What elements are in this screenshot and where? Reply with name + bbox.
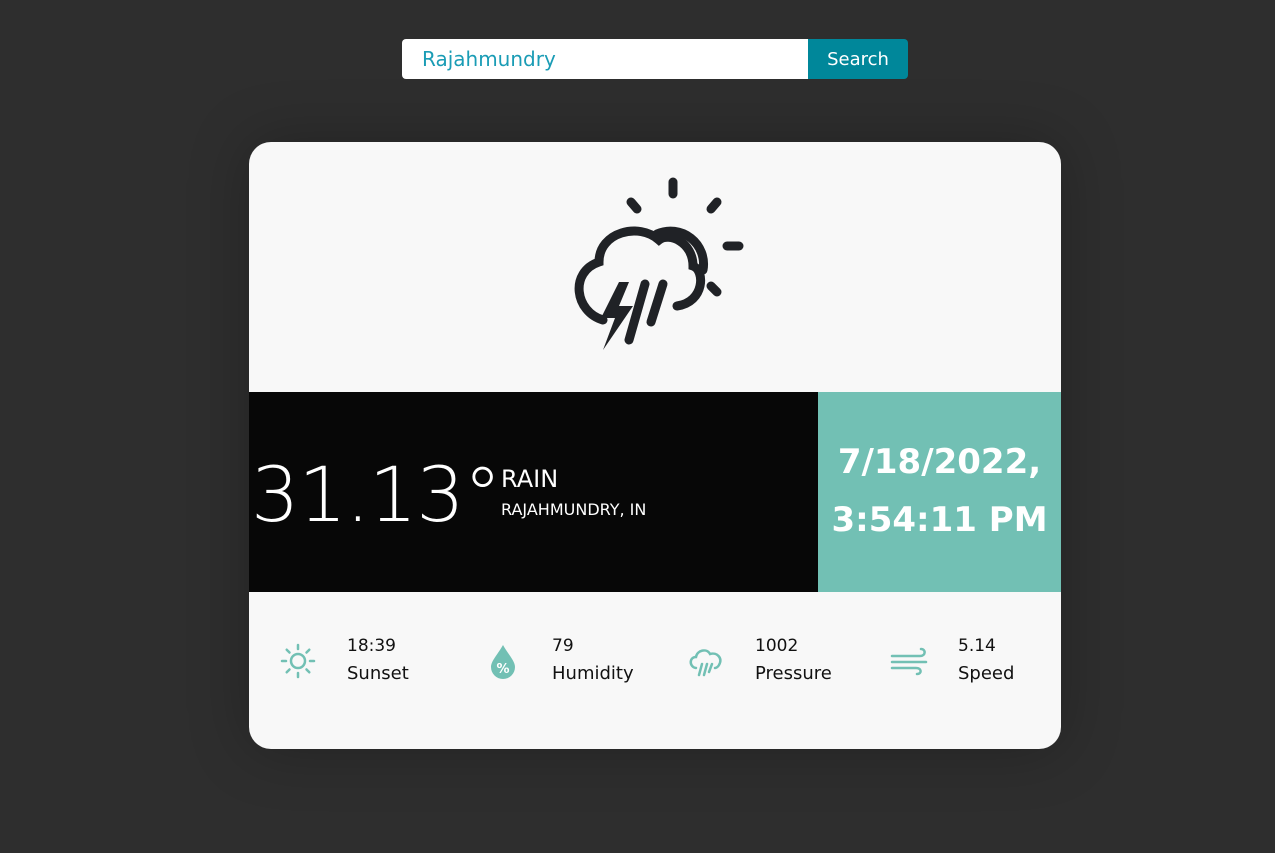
humidity-label: Humidity xyxy=(552,663,634,684)
temperature-value: 31.13° xyxy=(251,450,502,539)
stat-sunset: 18:39 Sunset xyxy=(279,632,469,692)
sunset-sun-icon xyxy=(280,643,316,679)
weather-icon-area xyxy=(249,142,1061,392)
weather-stats: 18:39 Sunset % 79 Humidity 1002 Pressure xyxy=(249,592,1061,749)
datetime-panel: 7/18/2022, 3:54:11 PM xyxy=(818,392,1061,592)
sunset-value: 18:39 xyxy=(347,636,396,656)
sunset-label: Sunset xyxy=(347,663,409,684)
speed-value: 5.14 xyxy=(958,636,996,656)
stat-speed: 5.14 Speed xyxy=(890,632,1061,692)
humidity-drop-icon: % xyxy=(491,645,515,679)
search-button[interactable]: Search xyxy=(808,39,908,79)
search-input[interactable] xyxy=(402,39,808,79)
temperature-panel: 31.13° RAIN RAJAHMUNDRY, IN xyxy=(249,392,818,592)
stat-humidity: % 79 Humidity xyxy=(484,632,674,692)
pressure-label: Pressure xyxy=(755,663,832,684)
svg-text:%: % xyxy=(496,662,509,677)
current-time: 3:54:11 PM xyxy=(831,500,1048,540)
current-date: 7/18/2022, xyxy=(837,442,1042,482)
pressure-value: 1002 xyxy=(755,636,799,656)
speed-label: Speed xyxy=(958,663,1015,684)
stat-pressure: 1002 Pressure xyxy=(687,632,877,692)
weather-condition: RAIN xyxy=(501,465,559,493)
humidity-value: 79 xyxy=(552,636,574,656)
search-bar: Search xyxy=(402,39,908,79)
thunderstorm-partly-sunny-icon xyxy=(574,177,744,350)
weather-summary-band: 31.13° RAIN RAJAHMUNDRY, IN 7/18/2022, 3… xyxy=(249,392,1061,592)
weather-location: RAJAHMUNDRY, IN xyxy=(501,500,647,519)
wind-icon xyxy=(890,647,928,676)
weather-card: 31.13° RAIN RAJAHMUNDRY, IN 7/18/2022, 3… xyxy=(249,142,1061,749)
rain-cloud-icon xyxy=(689,649,722,677)
